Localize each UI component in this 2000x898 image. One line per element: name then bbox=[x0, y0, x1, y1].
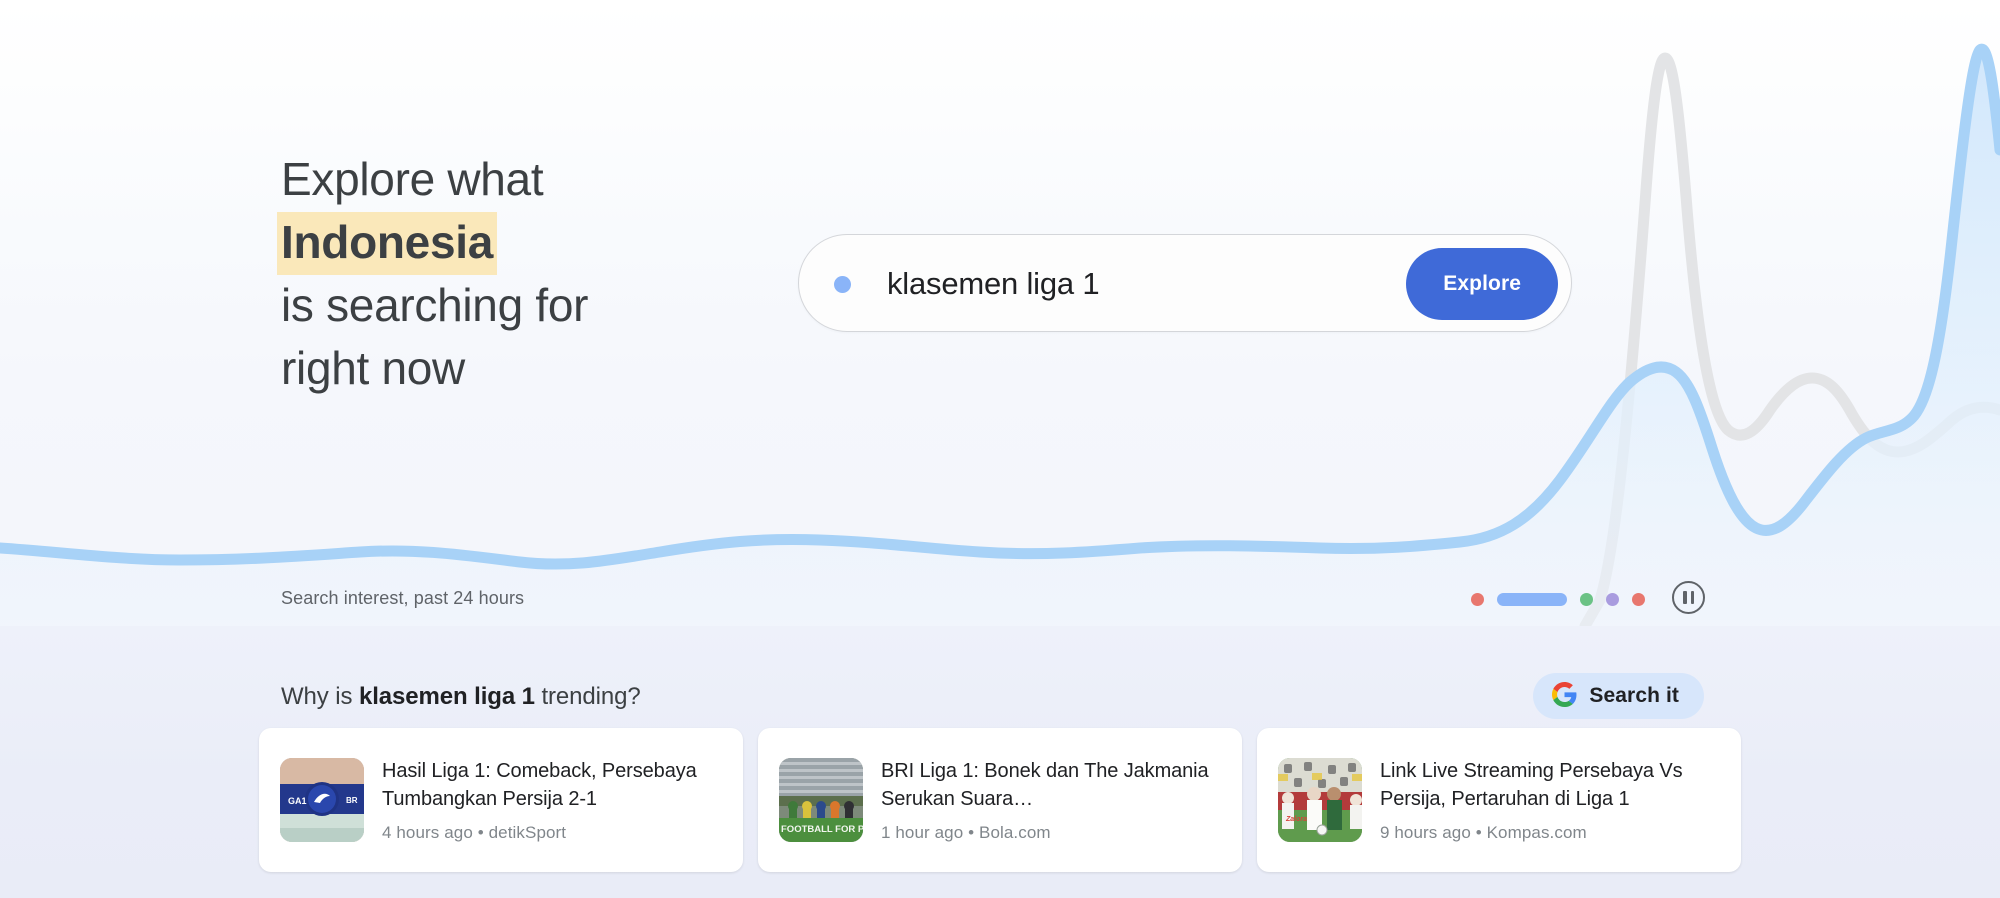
news-card[interactable]: GA1 BR Hasil Liga 1: Comeback, Persebaya… bbox=[259, 728, 743, 872]
svg-text:BR: BR bbox=[346, 796, 358, 805]
carousel-dot-4[interactable] bbox=[1606, 592, 1619, 606]
news-card-source: detikSport bbox=[488, 822, 567, 842]
football-for-peace-thumbnail: FOOTBALL FOR PEA bbox=[779, 758, 863, 842]
pause-button[interactable] bbox=[1672, 581, 1705, 614]
news-card-separator: • bbox=[963, 822, 979, 842]
question-term: klasemen liga 1 bbox=[358, 683, 535, 710]
match-action-thumbnail: Zalora bbox=[1278, 758, 1362, 842]
page-title: Explore what Indonesia is searching for … bbox=[277, 148, 589, 400]
carousel-dot-5[interactable] bbox=[1632, 592, 1645, 606]
news-card[interactable]: FOOTBALL FOR PEA BRI Liga 1: Bonek dan T… bbox=[758, 728, 1242, 872]
svg-text:Zalora: Zalora bbox=[1285, 816, 1307, 823]
news-card-meta: 4 hours ago • detikSport bbox=[382, 822, 721, 844]
news-card-separator: • bbox=[1470, 822, 1487, 842]
news-card-time: 4 hours ago bbox=[382, 822, 473, 842]
news-card-time: 9 hours ago bbox=[1380, 822, 1471, 842]
search-input[interactable]: klasemen liga 1 bbox=[887, 262, 1100, 306]
svg-text:GA1: GA1 bbox=[288, 796, 307, 806]
liga1-banner-thumbnail: GA1 BR bbox=[280, 758, 364, 842]
chart-caption: Search interest, past 24 hours bbox=[281, 588, 525, 608]
news-card-title: BRI Liga 1: Bonek dan The Jakmania Seruk… bbox=[881, 759, 1209, 810]
google-g-icon bbox=[1552, 682, 1577, 710]
news-card-time: 1 hour ago bbox=[881, 822, 964, 842]
news-card-title: Link Live Streaming Persebaya Vs Persija… bbox=[1380, 759, 1683, 810]
carousel-dots[interactable] bbox=[1471, 588, 1645, 610]
news-card[interactable]: Zalora Link Live Streaming Persebaya Vs … bbox=[1257, 728, 1741, 872]
carousel-dot-2[interactable] bbox=[1497, 592, 1567, 606]
headline-line-4: right now bbox=[281, 342, 465, 394]
explore-button[interactable]: Explore bbox=[1406, 248, 1558, 320]
news-card-meta: 1 hour ago • Bola.com bbox=[881, 822, 1220, 844]
trends-page: Explore what Indonesia is searching for … bbox=[0, 0, 2000, 898]
news-card-list: GA1 BR Hasil Liga 1: Comeback, Persebaya… bbox=[259, 728, 1741, 872]
trend-search-bar[interactable]: klasemen liga 1 Explore bbox=[798, 234, 1572, 332]
headline-line-3: is searching for bbox=[281, 279, 589, 331]
news-card-text: Hasil Liga 1: Comeback, Persebaya Tumban… bbox=[382, 757, 721, 844]
carousel-dot-3[interactable] bbox=[1580, 592, 1593, 606]
news-card-separator: • bbox=[472, 822, 489, 842]
news-card-source: Kompas.com bbox=[1486, 822, 1587, 842]
hero-section: Explore what Indonesia is searching for … bbox=[0, 0, 2000, 626]
news-card-text: BRI Liga 1: Bonek dan The Jakmania Seruk… bbox=[881, 757, 1220, 844]
trending-question: Why is klasemen liga 1 trending? bbox=[281, 681, 641, 713]
search-it-button[interactable]: Search it bbox=[1533, 673, 1704, 719]
news-card-source: Bola.com bbox=[979, 822, 1051, 842]
question-prefix: Why is bbox=[281, 683, 359, 710]
trending-section: Why is klasemen liga 1 trending? Search … bbox=[0, 626, 2000, 898]
carousel-dot-1[interactable] bbox=[1471, 592, 1484, 606]
news-card-meta: 9 hours ago • Kompas.com bbox=[1380, 822, 1719, 844]
headline-country-highlight: Indonesia bbox=[277, 212, 498, 275]
headline-line-1: Explore what bbox=[281, 153, 544, 205]
pause-bar-right bbox=[1690, 591, 1694, 604]
news-card-text: Link Live Streaming Persebaya Vs Persija… bbox=[1380, 757, 1719, 844]
trend-color-dot-icon bbox=[834, 276, 851, 293]
question-suffix: trending? bbox=[534, 683, 641, 710]
news-card-title: Hasil Liga 1: Comeback, Persebaya Tumban… bbox=[382, 759, 697, 810]
search-it-label: Search it bbox=[1589, 684, 1679, 707]
svg-text:FOOTBALL FOR PEA: FOOTBALL FOR PEA bbox=[781, 824, 863, 835]
pause-bar-left bbox=[1683, 591, 1687, 604]
